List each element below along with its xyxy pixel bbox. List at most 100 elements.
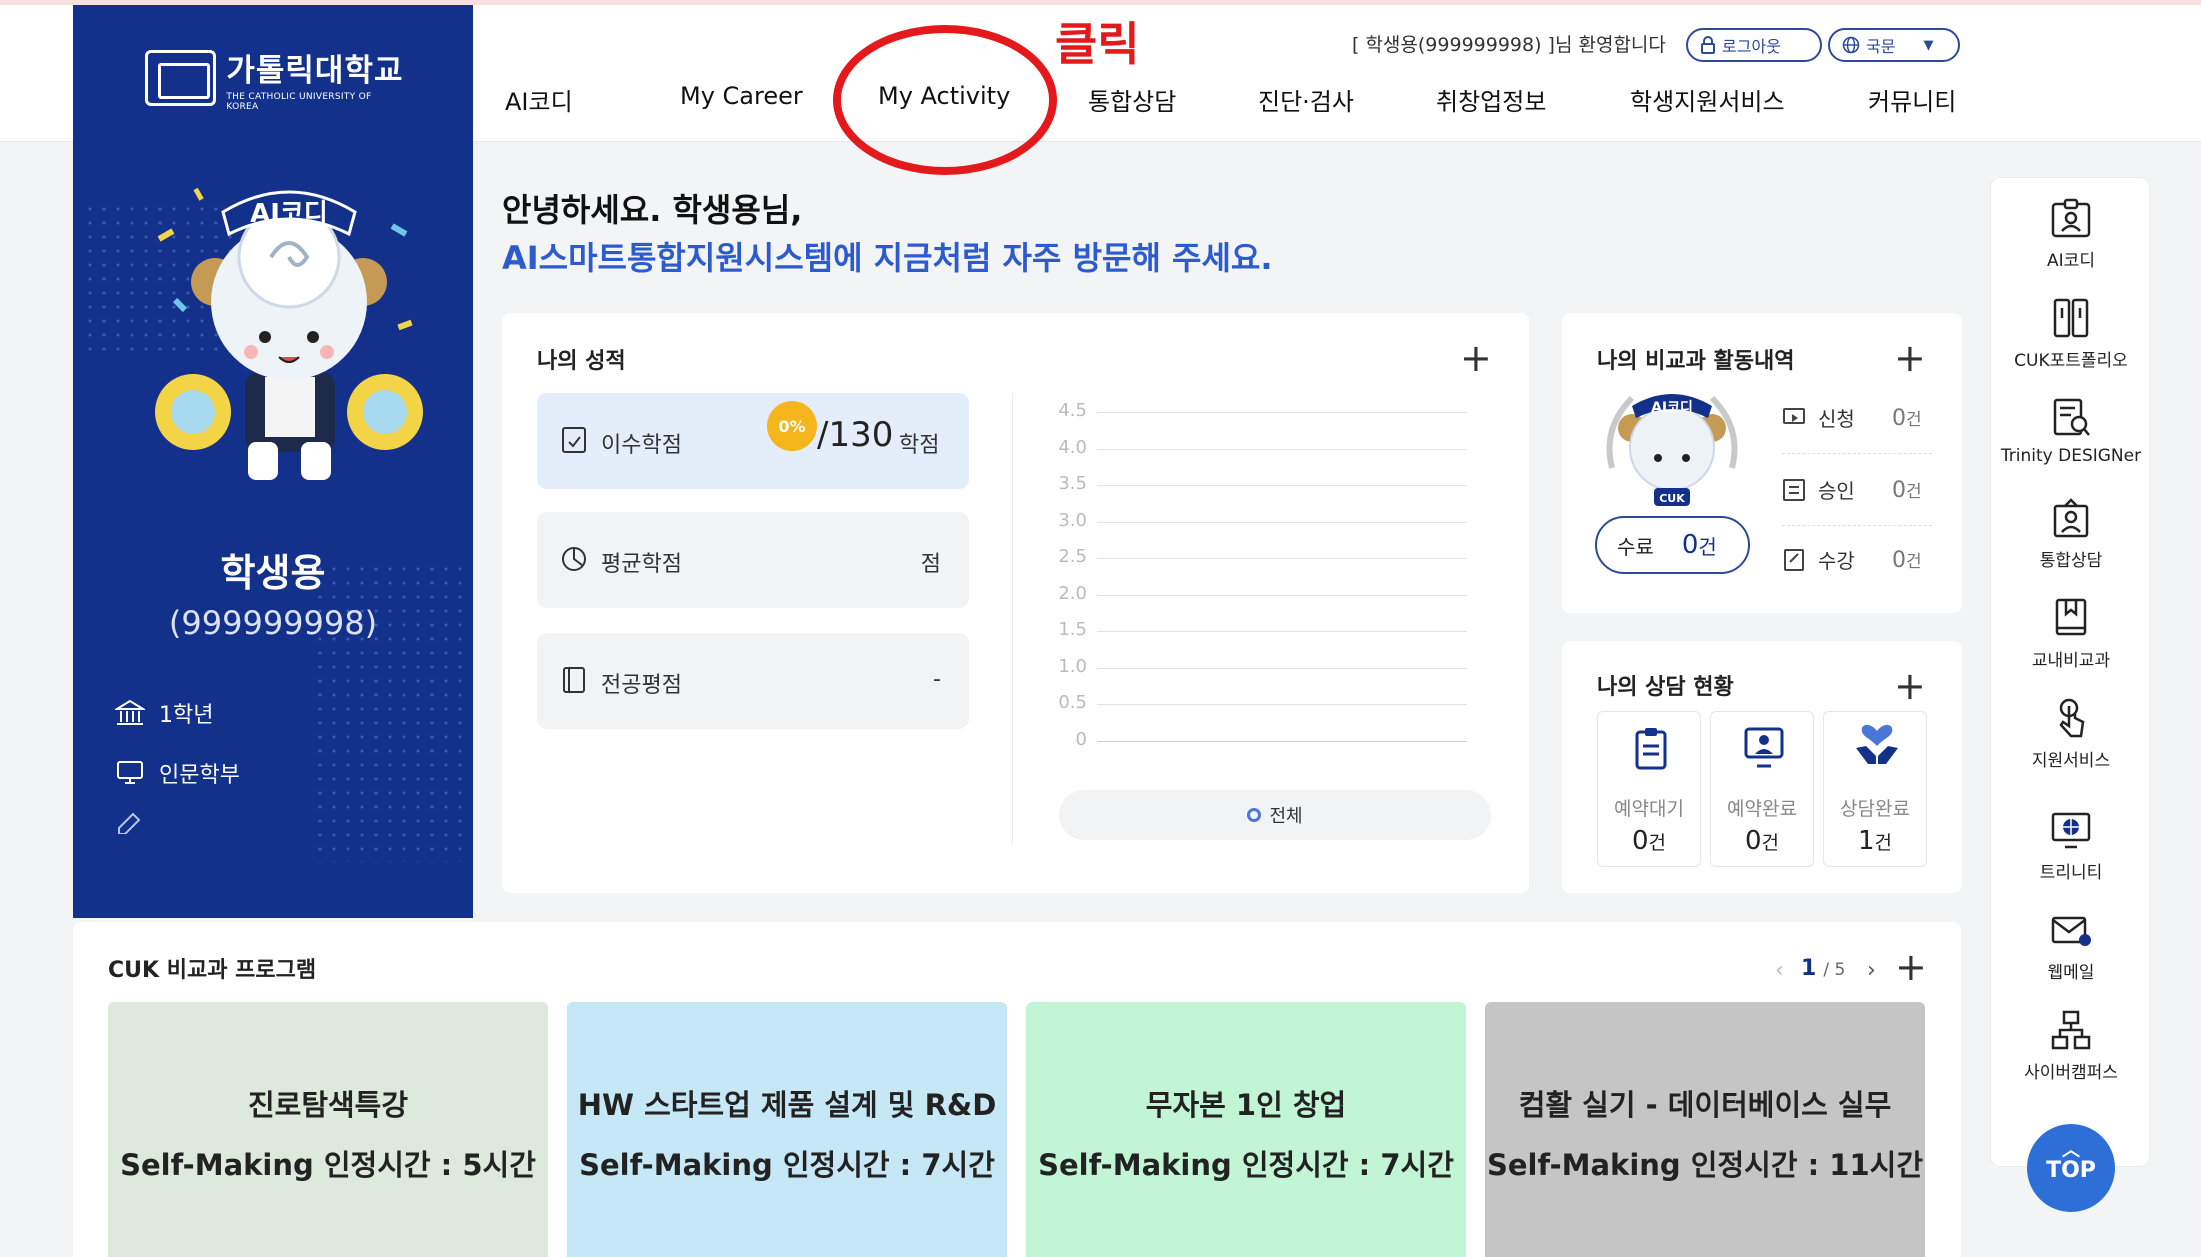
activity-title: 나의 비교과 활동내역 — [1597, 349, 1795, 374]
book-icon — [563, 667, 585, 693]
rail-item-portfolio[interactable]: CUK포트폴리오 — [1991, 298, 2151, 371]
credits-label: 이수학점 — [601, 433, 682, 458]
prev-page-icon[interactable]: ‹ — [1775, 958, 1784, 983]
program-card[interactable]: 진로탐색특강 Self-Making 인정시간 : 5시간 — [108, 1002, 548, 1257]
department-label: 인문학부 — [159, 763, 240, 788]
logo-title: 가톨릭대학교 — [226, 52, 404, 89]
nav-item-diagnosis[interactable]: 진단·검사 — [1258, 82, 1354, 117]
nav-item-ai-codi[interactable]: AI코디 — [505, 82, 573, 117]
nav-item-counseling[interactable]: 통합상담 — [1088, 82, 1176, 117]
major-gpa-value: - — [933, 667, 941, 692]
rail-item-ai-codi[interactable]: AI코디 — [1991, 198, 2151, 271]
gpa-stat[interactable]: 평균학점 점 — [537, 512, 969, 608]
checklist-icon — [1783, 478, 1805, 501]
y-tick-label: 1.5 — [1058, 619, 1087, 640]
x-axis-line — [1097, 741, 1467, 742]
medal-headband-label: AI코디 — [1651, 400, 1693, 416]
activity-more-plus-icon[interactable]: + — [1894, 339, 1926, 377]
program-card[interactable]: 무자본 1인 창업 Self-Making 인정시간 : 7시간 — [1026, 1002, 1466, 1257]
program-title: 무자본 1인 창업 — [1145, 1088, 1347, 1122]
credits-value: /130 — [817, 415, 894, 455]
rail-label: Trinity DESIGNer — [2000, 446, 2142, 466]
y-tick-label: 4.5 — [1058, 400, 1087, 421]
program-card[interactable]: 컴활 실기 - 데이터베이스 실무 Self-Making 인정시간 : 11시… — [1485, 1002, 1925, 1257]
rail-item-extracurricular[interactable]: 교내비교과 — [1991, 598, 2151, 671]
nav-item-my-career[interactable]: My Career — [680, 82, 803, 110]
language-select[interactable]: 국문 ▼ — [1828, 28, 1960, 62]
scroll-top-label: TOP — [2046, 1158, 2096, 1183]
scroll-top-button[interactable]: ︿ TOP — [2027, 1124, 2115, 1212]
gpa-value: 점 — [920, 552, 941, 577]
page-total: / 5 — [1823, 960, 1846, 980]
welcome-text: [ 학생용(999999998) ]님 환영합니다 — [1352, 34, 1666, 56]
activity-row-attend[interactable]: 수강 0건 — [1782, 545, 1922, 574]
y-tick-label: 3.5 — [1058, 473, 1087, 494]
grades-more-plus-icon[interactable]: + — [1460, 339, 1492, 377]
mail-icon — [2051, 916, 2091, 946]
language-label: 국문 — [1866, 37, 1896, 56]
legend-label: 전체 — [1269, 806, 1303, 827]
credits-stat[interactable]: 이수학점 0% /130 학점 — [537, 393, 969, 489]
rail-label: 통합상담 — [2039, 551, 2103, 571]
activity-card: 나의 비교과 활동내역 + AI코디 CUK 수료 0 건 신청 0건 승인 0… — [1562, 313, 1962, 613]
counsel-box-completed[interactable]: 상담완료 1건 — [1823, 711, 1927, 867]
activity-row-apply[interactable]: 신청 0건 — [1782, 403, 1922, 432]
greeting-line-1: 안녕하세요. 학생용님, — [502, 191, 803, 229]
book-bookmark-icon — [2055, 598, 2087, 636]
rail-item-webmail[interactable]: 웹메일 — [1991, 910, 2151, 983]
greeting-line-2: AI스마트통합지원시스템에 지금처럼 자주 방문해 주세요. — [502, 239, 1273, 277]
counsel-reserved-count: 0건 — [1744, 826, 1780, 856]
chart-legend[interactable]: 전체 — [1059, 790, 1491, 840]
program-title: 컴활 실기 - 데이터베이스 실무 — [1518, 1088, 1892, 1122]
grades-title: 나의 성적 — [537, 349, 626, 374]
activity-approved-label: 승인 — [1818, 479, 1855, 503]
grid-line — [1097, 595, 1467, 596]
nav-item-jobs[interactable]: 취창업정보 — [1436, 82, 1546, 117]
next-page-icon[interactable]: › — [1867, 958, 1876, 983]
computer-person-icon — [1744, 727, 1784, 768]
major-gpa-stat[interactable]: 전공평점 - — [537, 633, 969, 729]
logo-block[interactable]: 가톨릭대학교 THE CATHOLIC UNIVERSITY OF KOREA — [73, 5, 473, 142]
rail-label: 교내비교과 — [2031, 651, 2111, 671]
annotation-circle — [833, 25, 1057, 175]
program-hours: Self-Making 인정시간 : 5시간 — [120, 1148, 536, 1182]
completion-label: 수료 — [1617, 534, 1654, 559]
mascot-headband-label: AI코디 — [250, 199, 328, 229]
counsel-box-reserved[interactable]: 예약완료 0건 — [1710, 711, 1814, 867]
grid-line — [1097, 449, 1467, 450]
legend-marker-icon — [1247, 808, 1262, 822]
rail-item-trinity-designer[interactable]: Trinity DESIGNer — [1991, 398, 2151, 466]
edit-pencil-icon[interactable] — [115, 810, 145, 834]
university-logo[interactable]: 가톨릭대학교 THE CATHOLIC UNIVERSITY OF KOREA — [145, 48, 405, 112]
id-card-icon — [2051, 198, 2091, 238]
rail-item-counseling[interactable]: 통합상담 — [1991, 498, 2151, 571]
document-check-icon — [562, 427, 586, 453]
activity-approved-count: 0건 — [1892, 477, 1922, 503]
y-tick-label: 2.5 — [1058, 546, 1087, 567]
student-id: (999999998) — [168, 604, 378, 642]
grid-line — [1097, 522, 1467, 523]
logout-button[interactable]: 로그아웃 — [1686, 28, 1822, 62]
portfolio-icon — [2053, 298, 2089, 338]
completion-pill[interactable]: 수료 0 건 — [1595, 516, 1750, 574]
programs-more-plus-icon[interactable]: + — [1895, 948, 1927, 986]
chevron-down-icon: ▼ — [1923, 37, 1934, 53]
activity-attend-label: 수강 — [1818, 549, 1855, 573]
program-card[interactable]: HW 스타트업 제품 설계 및 R&D Self-Making 인정시간 : 7… — [567, 1002, 1007, 1257]
counsel-box-waiting[interactable]: 예약대기 0건 — [1597, 711, 1701, 867]
student-name: 학생용 — [220, 551, 326, 595]
credits-unit: 학점 — [899, 433, 940, 458]
rail-label: 사이버캠퍼스 — [2024, 1063, 2118, 1083]
person-board-icon — [2053, 498, 2089, 538]
activity-row-approved[interactable]: 승인 0건 — [1782, 475, 1922, 504]
rail-item-support[interactable]: 지원서비스 — [1991, 698, 2151, 771]
rail-item-trinity[interactable]: 트리니티 — [1991, 810, 2151, 883]
chart-divider — [1012, 393, 1013, 843]
grade-row: 1학년 — [115, 697, 213, 729]
nav-item-student-services[interactable]: 학생지원서비스 — [1630, 82, 1785, 117]
rail-item-cyber-campus[interactable]: 사이버캠퍼스 — [1991, 1010, 2151, 1083]
edit-row[interactable] — [115, 810, 145, 834]
counsel-more-plus-icon[interactable]: + — [1894, 667, 1926, 705]
nav-item-community[interactable]: 커뮤니티 — [1868, 82, 1956, 117]
programs-section: CUK 비교과 프로그램 ‹ 1 / 5 › + 진로탐색특강 Self-Mak… — [73, 922, 1961, 1257]
